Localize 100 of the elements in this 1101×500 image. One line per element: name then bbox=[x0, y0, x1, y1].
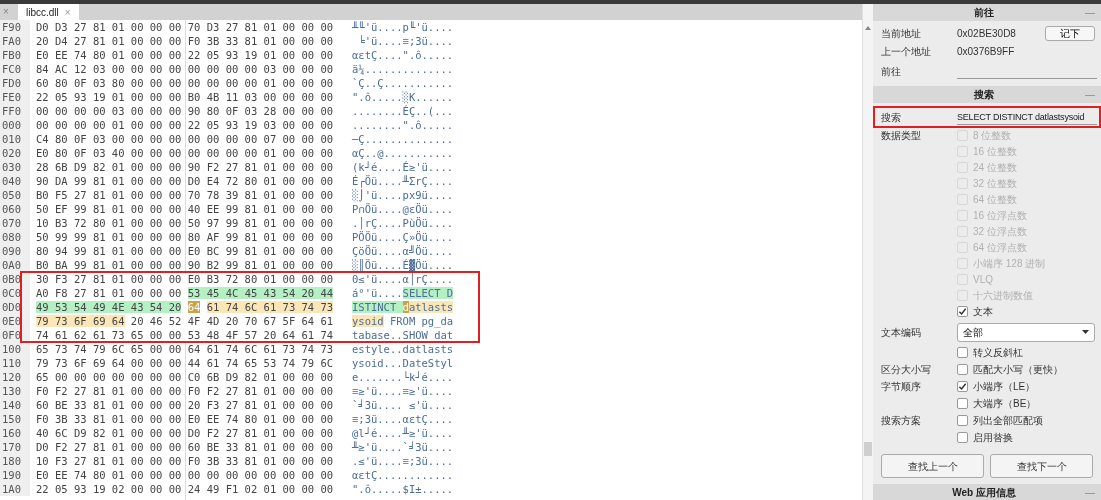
offset-cell: 130 bbox=[0, 384, 30, 398]
offset-cell: 160 bbox=[0, 426, 30, 440]
checkbox-label: 启用替换 bbox=[973, 431, 1013, 445]
hex-bytes: D0 F2 27 81 01 00 00 00 60 BE 33 81 01 00 00 00 bbox=[36, 441, 334, 453]
ascii-text: ≡≥'ü....≡≥'ü.... bbox=[352, 385, 454, 397]
offset-cell: 010 bbox=[0, 132, 30, 146]
checkbox[interactable] bbox=[957, 432, 968, 443]
hex-bytes: 30 F3 27 81 01 00 00 00 E0 B3 72 80 01 00 00 00 bbox=[36, 273, 334, 285]
encoding-dropdown[interactable]: 全部 bbox=[957, 322, 1095, 342]
ascii-text: .≤'ü....≡;3ü.... bbox=[352, 455, 454, 467]
offset-cell: 0F0 bbox=[0, 328, 30, 342]
hex-bytes: 40 6C D9 82 01 00 00 00 D0 F2 27 81 01 00 00 00 bbox=[36, 427, 334, 439]
remember-button[interactable]: 记下 bbox=[1045, 25, 1095, 41]
hex-bytes: B0 BA 99 81 01 00 00 00 90 B2 99 81 01 00 00 00 bbox=[36, 259, 334, 271]
caret-icon bbox=[1082, 330, 1089, 334]
offset-cell: FC0 bbox=[0, 62, 30, 76]
section-header[interactable]: Web 应用信息 — bbox=[873, 484, 1101, 500]
hex-bytes: E0 EE 74 80 01 00 00 00 00 00 00 00 00 00 00 00 bbox=[36, 469, 334, 481]
ascii-text: ÇöÖü....α╝Öü.... bbox=[352, 245, 454, 257]
checkmark-icon bbox=[958, 307, 967, 316]
offset-cell: 020 bbox=[0, 146, 30, 160]
ascii-text: 0≤'ü....α│rÇ.... bbox=[352, 273, 454, 285]
checkbox[interactable] bbox=[957, 398, 968, 409]
hex-bytes: 90 DA 99 81 01 00 00 00 D0 E4 72 80 01 00 00 00 bbox=[36, 175, 334, 187]
hex-bytes: E0 EE 74 80 01 00 00 00 22 05 93 19 01 00 00 00 bbox=[36, 49, 334, 61]
hex-bytes: 20 D4 27 81 01 00 00 00 F0 3B 33 81 01 00 00 00 bbox=[36, 35, 334, 47]
ascii-text: ysoid...DateStyl bbox=[352, 357, 454, 369]
ascii-text: .│rÇ....PùÖü.... bbox=[352, 217, 454, 229]
section-header[interactable]: 前往 — bbox=[873, 4, 1101, 21]
scroll-thumb[interactable] bbox=[864, 442, 872, 456]
ascii-text: ╨╙'ü....p╙'ü.... bbox=[352, 21, 454, 33]
hex-bytes: F0 F2 27 81 01 00 00 00 F0 F2 27 81 01 00 00 00 bbox=[36, 385, 334, 397]
match-highlight: 49 53 54 49 4E 43 54 20 bbox=[36, 301, 182, 313]
file-tab[interactable]: libcc.dll × bbox=[18, 4, 79, 20]
ascii-text: `╛3ü.... ≤'ü.... bbox=[352, 399, 454, 411]
find-button[interactable]: 查找上一个 bbox=[881, 454, 984, 478]
checkbox[interactable] bbox=[957, 364, 968, 375]
offset-cell: 180 bbox=[0, 454, 30, 468]
checkbox[interactable] bbox=[957, 306, 968, 317]
checkbox-label: 文本 bbox=[973, 305, 993, 319]
selection-highlight: 61 74 6C 61 73 74 73 bbox=[206, 301, 334, 313]
input-field[interactable]: SELECT DISTINCT datlastsysoid bbox=[957, 109, 1097, 125]
scroll-up-icon[interactable] bbox=[865, 26, 871, 30]
hex-bytes: 84 AC 12 03 00 00 00 00 00 00 00 00 03 00 00 00 bbox=[36, 63, 334, 75]
hex-bytes: D0 D3 27 81 01 00 00 00 70 D3 27 81 01 00 00 00 bbox=[36, 21, 334, 33]
offset-cell: 070 bbox=[0, 216, 30, 230]
checkbox[interactable] bbox=[957, 347, 968, 358]
field-label: 上一个地址 bbox=[881, 44, 932, 59]
ascii-text: á°'ü.... bbox=[352, 287, 403, 299]
checkbox[interactable] bbox=[957, 381, 968, 392]
field-label: 区分大小写 bbox=[881, 363, 932, 377]
selection-highlight: atlasts bbox=[408, 301, 454, 313]
hex-bytes: 60 BE 33 81 01 00 00 00 20 F3 27 81 01 00 00 00 bbox=[36, 399, 334, 411]
section-title: 前往 bbox=[974, 6, 994, 20]
hex-bytes: C4 80 0F 03 00 00 00 00 00 00 00 00 07 00 00 00 bbox=[36, 133, 334, 145]
match-highlight: SELECT D bbox=[402, 287, 454, 299]
ascii-text: P∩Öü....@εÖü.... bbox=[352, 203, 454, 215]
offset-cell: FA0 bbox=[0, 34, 30, 48]
hex-bytes: 10 B3 72 80 01 00 00 00 50 97 99 81 01 00 00 00 bbox=[36, 217, 334, 229]
ascii-text: @l┘é....╨≥'ü.... bbox=[352, 427, 454, 439]
field-label: 数据类型 bbox=[881, 128, 922, 143]
selection-highlight: 79 73 6F 69 64 bbox=[36, 315, 125, 327]
ascii-text: ░║Öü....É▓Öü.... bbox=[352, 259, 454, 271]
hex-bytes: F0 3B 33 81 01 00 00 00 E0 EE 74 80 01 00 00 00 bbox=[36, 413, 334, 425]
ascii-text: αεtÇ....".ô..... bbox=[352, 49, 454, 61]
hex-bytes: 20 46 52 4F 4D 20 70 67 5F 64 61 bbox=[130, 315, 334, 327]
cursor-byte: d bbox=[402, 301, 409, 313]
selection-highlight: ysoid bbox=[352, 315, 384, 327]
hex-bytes: 79 73 6F 69 64 00 00 00 44 61 74 65 53 74 79 6C bbox=[36, 357, 334, 369]
offset-cell: F90 bbox=[0, 20, 30, 34]
checkbox-label: 转义反斜杠 bbox=[973, 346, 1023, 360]
ascii-text: É┌Öü....╨ΣrÇ.... bbox=[352, 175, 454, 187]
field-label: 搜索方案 bbox=[881, 414, 922, 428]
hex-bytes: 74 61 62 61 73 65 00 00 53 48 4F 57 20 64 61 74 bbox=[36, 329, 334, 341]
ascii-text: PÖÖü....Ç»Öü.... bbox=[352, 231, 454, 243]
find-button[interactable]: 查找下一个 bbox=[990, 454, 1093, 478]
match-highlight: ISTINCT bbox=[352, 301, 403, 313]
checkbox-label: VLQ bbox=[973, 272, 993, 287]
hex-bytes: 80 94 99 81 01 00 00 00 E0 BC 99 81 01 00 00 00 bbox=[36, 245, 334, 257]
offset-cell: 150 bbox=[0, 412, 30, 426]
checkbox[interactable] bbox=[957, 415, 968, 426]
offset-cell: 060 bbox=[0, 202, 30, 216]
ascii-text: ╨≥'ü....`╛3ü.... bbox=[352, 441, 454, 453]
offset-cell: FB0 bbox=[0, 48, 30, 62]
offset-cell: FF0 bbox=[0, 104, 30, 118]
cursor-byte: 64 bbox=[187, 301, 201, 313]
field-label: 字节顺序 bbox=[881, 380, 922, 394]
ascii-text: estyle..datlasts bbox=[352, 343, 454, 355]
field-label: 搜索 bbox=[881, 110, 902, 125]
offset-cell: FD0 bbox=[0, 76, 30, 90]
hex-bytes: 28 6B D9 82 01 00 00 00 90 F2 27 81 01 00 00 00 bbox=[36, 161, 334, 173]
section-header[interactable]: 搜索 — bbox=[873, 86, 1101, 103]
offset-cell: 100 bbox=[0, 342, 30, 356]
offset-cell: 170 bbox=[0, 440, 30, 454]
offset-cell: 0A0 bbox=[0, 258, 30, 272]
scrollbar[interactable] bbox=[862, 4, 873, 500]
field-label: 当前地址 bbox=[881, 26, 922, 41]
hex-bytes: 10 F3 27 81 01 00 00 00 F0 3B 33 81 01 00 00 00 bbox=[36, 455, 334, 467]
ascii-text: e.......└k┘é.... bbox=[352, 371, 454, 383]
ascii-text: ".ô.....░K...... bbox=[352, 91, 454, 103]
